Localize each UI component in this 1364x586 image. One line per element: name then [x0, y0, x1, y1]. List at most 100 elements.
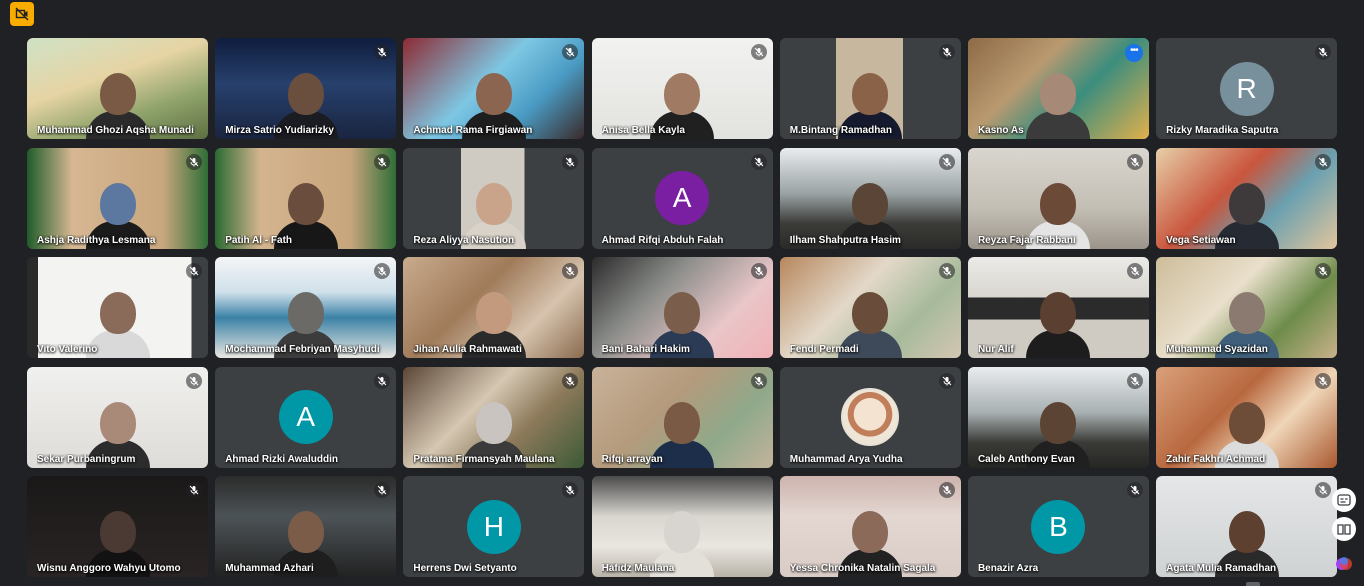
mic-off-icon	[186, 482, 202, 498]
participant-tile[interactable]: Pratama Firmansyah Maulana	[403, 366, 585, 468]
participant-tile[interactable]: Mirza Satrio Yudiarizky	[215, 38, 397, 139]
mic-off-icon	[750, 153, 767, 170]
participant-tile[interactable]: Vega Setiawan	[1156, 147, 1338, 249]
video-feed	[27, 257, 208, 358]
participant-tile[interactable]: R Rizky Maradika Saputra	[1156, 38, 1338, 139]
participant-name: M.Bintang Ramadhan	[789, 125, 892, 136]
participant-name: Hafidz Maulana	[601, 563, 675, 574]
participant-tile[interactable]: Rifqi arrayan	[591, 366, 773, 468]
participant-tile[interactable]: Nur Alif	[967, 257, 1149, 358]
participant-name: Herrens Dwi Setyanto	[413, 563, 517, 574]
participant-tile[interactable]: Ilham Shahputra Hasim	[779, 147, 961, 249]
video-feed	[591, 366, 773, 468]
participant-tile[interactable]: Reyza Fajar Rabbani	[967, 147, 1149, 249]
participant-name: Yessa Chronika Natalin Sagala	[789, 563, 936, 574]
mic-off-icon	[186, 372, 202, 389]
participant-avatar: B	[1031, 499, 1086, 554]
profile-picture	[841, 388, 900, 446]
participant-tile[interactable]: Yessa Chronika Natalin Sagala	[779, 476, 961, 577]
video-feed	[1156, 366, 1338, 468]
participant-name: Reza Aliyya Nasution	[413, 234, 515, 246]
participant-tile[interactable]: Sekar Purbaningrum	[27, 366, 208, 468]
participant-tile[interactable]: B Benazir Azra	[967, 476, 1149, 577]
mic-off-icon	[750, 372, 767, 389]
mic-off-icon	[186, 153, 202, 170]
reader-button[interactable]	[1332, 517, 1356, 541]
participant-tile[interactable]: Bani Bahari Hakim	[591, 257, 773, 358]
video-feed	[1156, 147, 1338, 249]
participant-tile[interactable]: H Herrens Dwi Setyanto	[403, 476, 585, 577]
mic-off-icon	[374, 153, 391, 170]
participant-name: Patih Al - Fath	[225, 234, 293, 246]
participant-name: Fendi Permadi	[789, 344, 859, 355]
participant-tile[interactable]: Patih Al - Fath	[215, 147, 397, 249]
mic-off-icon	[938, 482, 955, 498]
video-feed	[967, 366, 1149, 468]
participant-avatar: A	[655, 171, 710, 225]
participant-name: Muhammad Ghozi Aqsha Munadi	[37, 125, 194, 136]
scroll-indicator[interactable]	[1246, 582, 1260, 586]
participant-tile[interactable]: Zahir Fakhri Achmad	[1156, 366, 1338, 468]
participant-tile[interactable]: Wisnu Anggoro Wahyu Utomo	[27, 476, 208, 577]
video-feed	[403, 38, 585, 139]
video-feed	[779, 476, 961, 577]
participant-name: Pratama Firmansyah Maulana	[413, 453, 555, 465]
camera-off-badge[interactable]	[10, 2, 34, 26]
participant-name: Vega Setiawan	[1166, 234, 1236, 246]
participant-tile[interactable]: Mochammad Febriyan Masyhudi	[215, 257, 397, 358]
video-feed	[1156, 476, 1338, 577]
participant-name: Kasno As	[977, 125, 1024, 136]
video-feed	[27, 147, 208, 249]
participant-name: Caleb Anthony Evan	[977, 453, 1075, 465]
participant-avatar: A	[278, 390, 333, 444]
video-feed	[591, 38, 773, 139]
participant-name: Vito Valerino	[37, 344, 98, 355]
participant-tile[interactable]: ••• Kasno As	[967, 38, 1149, 139]
participant-name: Benazir Azra	[977, 563, 1039, 574]
reader-icon	[1337, 524, 1351, 535]
participant-name: Rifqi arrayan	[601, 453, 663, 465]
mic-off-icon	[938, 372, 955, 389]
participant-name: Reyza Fajar Rabbani	[977, 234, 1076, 246]
participant-name: Nur Alif	[977, 344, 1014, 355]
video-feed	[403, 147, 585, 249]
participant-tile[interactable]: Ashja Radithya Lesmana	[27, 147, 208, 249]
mic-off-icon	[1315, 153, 1332, 170]
mic-off-icon	[1315, 44, 1332, 60]
participant-tile[interactable]: Muhammad Syazidan	[1156, 257, 1338, 358]
participant-tile[interactable]: Fendi Permadi	[779, 257, 961, 358]
participant-tile[interactable]: Achmad Rama Firgiawan	[403, 38, 585, 139]
participant-name: Muhammad Arya Yudha	[789, 453, 903, 465]
participant-tile[interactable]: Jihan Aulia Rahmawati	[403, 257, 585, 358]
mic-off-icon	[938, 263, 955, 279]
gemini-button[interactable]	[1332, 552, 1356, 576]
participant-tile[interactable]: Muhammad Ghozi Aqsha Munadi	[27, 38, 208, 139]
video-feed	[967, 147, 1149, 249]
participant-tile[interactable]: Vito Valerino	[27, 257, 208, 358]
mic-off-icon	[374, 372, 391, 389]
participant-name: Achmad Rama Firgiawan	[413, 125, 533, 136]
participant-tile[interactable]: A Ahmad Rifqi Abduh Falah	[591, 147, 773, 249]
participant-tile[interactable]: Hafidz Maulana	[591, 476, 773, 577]
participant-tile[interactable]: Anisa Bella Kayla	[591, 38, 773, 139]
participant-avatar: R	[1219, 61, 1274, 116]
video-feed	[591, 257, 773, 358]
mic-off-icon	[562, 372, 579, 389]
participant-tile[interactable]: A Ahmad Rizki Awaluddin	[215, 366, 397, 468]
participant-name: Ashja Radithya Lesmana	[37, 234, 156, 246]
participant-tile[interactable]: Muhammad Azhari	[215, 476, 397, 577]
video-feed	[779, 257, 961, 358]
participant-tile[interactable]: Muhammad Arya Yudha	[779, 366, 961, 468]
participant-tile[interactable]: Reza Aliyya Nasution	[403, 147, 585, 249]
participant-name: Ahmad Rizki Awaluddin	[225, 453, 338, 465]
participant-avatar: H	[466, 499, 521, 554]
participant-tile[interactable]: Agata Mulia Ramadhan	[1156, 476, 1338, 577]
captions-button[interactable]	[1332, 488, 1356, 512]
participant-tile[interactable]: Caleb Anthony Evan	[967, 366, 1149, 468]
video-feed	[1156, 257, 1338, 358]
video-feed	[215, 476, 397, 577]
more-options-icon[interactable]: •••	[1124, 44, 1143, 62]
gemini-icon	[1336, 557, 1352, 570]
participant-tile[interactable]: M.Bintang Ramadhan	[779, 38, 961, 139]
participant-name: Sekar Purbaningrum	[37, 453, 136, 465]
